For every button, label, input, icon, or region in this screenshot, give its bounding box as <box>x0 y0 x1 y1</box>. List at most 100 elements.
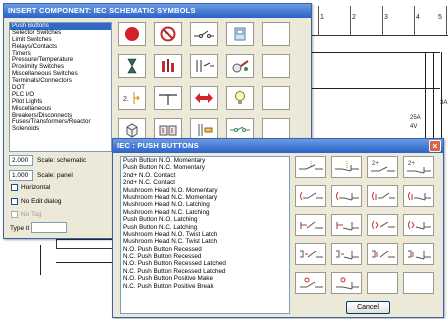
bracket-contacts-icon[interactable]: 2. <box>118 86 146 110</box>
blank-symbol[interactable] <box>367 272 398 294</box>
scale-schematic-label: Scale: schematic <box>37 156 87 164</box>
category-item[interactable]: Solenoids <box>10 125 111 133</box>
svg-text:2.: 2. <box>123 96 129 103</box>
push-button-item[interactable]: N.C. Push Button Recessed Latched <box>121 268 289 275</box>
no-edit-checkbox[interactable] <box>11 198 18 205</box>
ruler-label: 4 <box>416 14 420 21</box>
ruler-tick <box>446 6 447 36</box>
push-buttons-window: IEC : PUSH BUTTONS × Push Button N.O. Mo… <box>112 138 444 318</box>
push-button-item[interactable]: Mushroom Head N.C. Momentary <box>121 194 289 201</box>
push-button-item[interactable]: Push Button N.O. Latching <box>121 216 289 223</box>
bus-wire <box>312 52 440 53</box>
no-entry-icon[interactable]: ° <box>154 22 182 46</box>
column-ruler: 1 2 3 4 5 <box>300 6 448 36</box>
pb-nc-recessed-latched-icon[interactable] <box>403 243 434 265</box>
push-button-item[interactable]: Mushroom Head N.O. Latching <box>121 201 289 208</box>
hourglass-icon[interactable] <box>118 54 146 78</box>
push-button-item[interactable]: 2nd+ N.C. Contact <box>121 179 289 186</box>
push-button-item[interactable]: Push Button N.C. Momentary <box>121 164 289 171</box>
badge-text: 2+ <box>408 161 415 167</box>
light-bulb-icon[interactable] <box>226 86 254 110</box>
ladder-box <box>56 239 114 249</box>
push-button-item[interactable]: 2nd+ N.O. Contact <box>121 172 289 179</box>
push-button-item[interactable]: N.O. Push Button Recessed Latched <box>121 260 289 267</box>
horizontal-checkbox[interactable] <box>11 184 18 191</box>
push-button-item[interactable]: N.O. Push Button Recessed <box>121 246 289 253</box>
cabinet-icon[interactable] <box>226 22 254 46</box>
pb-positive-make-icon[interactable] <box>295 272 326 294</box>
ruler-tick <box>414 6 415 36</box>
category-list[interactable]: Push Buttons Selector Switches Limit Switc… <box>9 22 112 152</box>
rail-wire <box>441 52 442 138</box>
scale-schematic-row: 2.000 Scale: schematic <box>9 154 86 166</box>
ruler-tick <box>350 6 351 36</box>
push-button-item[interactable]: Push Button N.O. Momentary <box>121 157 289 164</box>
t-junction-icon[interactable] <box>154 86 182 110</box>
pb-nc-momentary-icon[interactable] <box>331 156 362 178</box>
pb-nc-recessed-icon[interactable] <box>331 243 362 265</box>
rung-wire <box>56 262 112 263</box>
wire-label: 4V <box>410 124 418 130</box>
pb-positive-break-icon[interactable] <box>331 272 362 294</box>
close-icon[interactable]: × <box>429 140 441 152</box>
pb-no-recessed-icon[interactable] <box>295 243 326 265</box>
ruler-tick <box>318 6 319 36</box>
push-button-item[interactable]: Push Button N.C. Latching <box>121 224 289 231</box>
mushroom-nc-twist-icon[interactable] <box>403 214 434 236</box>
bus-wire <box>312 88 440 89</box>
no-tag-checkbox[interactable] <box>11 211 18 218</box>
push-button-item[interactable]: N.C. Push Button Recessed <box>121 253 289 260</box>
push-button-item[interactable]: Mushroom Head N.O. Twist Latch <box>121 231 289 238</box>
no-edit-option[interactable]: No Edit dialog <box>11 198 61 205</box>
double-arrow-icon[interactable] <box>190 86 218 110</box>
blank-symbol[interactable] <box>403 272 434 294</box>
mushroom-nc-momentary-icon[interactable] <box>331 185 362 207</box>
contact-pair-icon[interactable] <box>190 54 218 78</box>
pressure-gauge-icon[interactable] <box>154 54 182 78</box>
no-tag-option[interactable]: No Tag <box>11 211 41 218</box>
scale-panel-label: Scale: panel <box>37 171 73 179</box>
scale-schematic-input[interactable]: 2.000 <box>9 154 33 166</box>
rail-wire <box>433 52 434 138</box>
stop-sign-icon[interactable] <box>118 22 146 46</box>
insert-component-title[interactable]: INSERT COMPONENT: IEC SCHEMATIC SYMBOLS <box>4 4 311 18</box>
blank-symbol[interactable] <box>262 54 290 78</box>
ruler-label: 1 <box>320 14 324 21</box>
pb-2nd-nc-icon[interactable]: 2+ <box>403 156 434 178</box>
pb-no-latching-icon[interactable] <box>295 214 326 236</box>
push-buttons-title[interactable]: IEC : PUSH BUTTONS × <box>113 139 443 153</box>
category-item[interactable]: Terminals/Connectors <box>10 77 111 85</box>
cancel-button[interactable]: Cancel <box>346 301 390 314</box>
horizontal-option[interactable]: Horizontal <box>11 184 50 191</box>
symbol-grid: ° 2. <box>118 22 312 142</box>
push-button-item[interactable]: Mushroom Head N.C. Latching <box>121 209 289 216</box>
type-it-input[interactable] <box>31 222 67 233</box>
rung-wire <box>40 245 41 275</box>
badge-text: 2+ <box>372 161 379 167</box>
pb-nc-latching-icon[interactable] <box>331 214 362 236</box>
wire-label: 3A <box>440 100 448 106</box>
push-button-item[interactable]: Mushroom Head N.O. Momentary <box>121 187 289 194</box>
mushroom-no-momentary-icon[interactable] <box>295 185 326 207</box>
key-switch-icon[interactable] <box>226 54 254 78</box>
push-button-item[interactable]: N.C. Push Button Positive Break <box>121 283 289 290</box>
scale-panel-input[interactable]: 1.000 <box>9 169 33 181</box>
pb-no-momentary-icon[interactable] <box>295 156 326 178</box>
ruler-label: 5 <box>438 14 442 21</box>
pb-no-recessed-latched-icon[interactable] <box>367 243 398 265</box>
push-button-item[interactable]: N.O. Push Button Positive Make <box>121 275 289 282</box>
no-edit-label: No Edit dialog <box>21 198 62 205</box>
push-button-list[interactable]: Push Button N.O. Momentary Push Button N.… <box>120 156 290 314</box>
mushroom-no-latching-icon[interactable] <box>367 185 398 207</box>
ruler-label: 3 <box>384 14 388 21</box>
mushroom-nc-latching-icon[interactable] <box>403 185 434 207</box>
mushroom-no-twist-icon[interactable] <box>367 214 398 236</box>
push-buttons-title-text: IEC : PUSH BUTTONS <box>117 141 199 150</box>
blank-symbol[interactable] <box>262 86 290 110</box>
blank-symbol[interactable] <box>262 22 290 46</box>
type-it-label: Type it <box>10 225 30 232</box>
push-button-item[interactable]: Mushroom Head N.C. Twist Latch <box>121 238 289 245</box>
pb-2nd-no-icon[interactable]: 2+ <box>367 156 398 178</box>
wire-label: 25A <box>410 115 421 121</box>
switch-contact-icon[interactable] <box>190 22 218 46</box>
